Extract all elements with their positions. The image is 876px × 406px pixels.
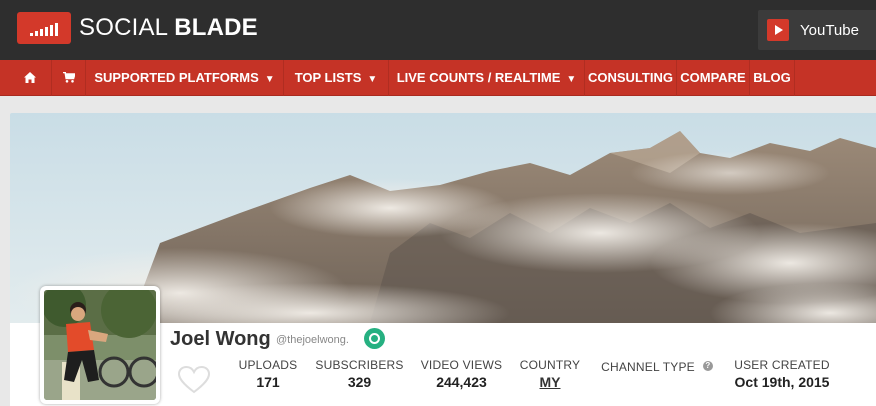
- stat-subscribers: SUBSCRIBERS 329: [312, 358, 407, 390]
- nav-top-lists[interactable]: TOP LISTS ▼: [284, 60, 389, 96]
- stat-value: 171: [256, 374, 280, 390]
- clock-badge-icon[interactable]: [364, 328, 385, 349]
- stat-label: CHANNEL TYPE?: [596, 360, 718, 374]
- stat-value: 244,423: [436, 374, 487, 390]
- cart-icon: [62, 71, 76, 83]
- logo-text: SOCIAL BLADE: [79, 12, 258, 44]
- nav-blog[interactable]: BLOG: [750, 60, 795, 96]
- stat-uploads: UPLOADS 171: [232, 358, 304, 390]
- country-link[interactable]: MY: [515, 374, 585, 390]
- stat-value: 329: [347, 374, 372, 390]
- chevron-down-icon: ▼: [367, 74, 378, 85]
- stat-video-views: VIDEO VIEWS 244,423: [414, 358, 509, 390]
- stat-channel-type: CHANNEL TYPE?: [596, 360, 718, 374]
- nav-label: CONSULTING: [588, 70, 673, 85]
- stat-user-created: USER CREATED Oct 19th, 2015: [726, 358, 838, 390]
- channel-avatar[interactable]: [40, 286, 160, 404]
- nav-label: BLOG: [753, 70, 791, 85]
- platform-label: YouTube: [800, 21, 859, 39]
- top-header: SOCIAL BLADE YouTube: [0, 0, 876, 60]
- channel-handle[interactable]: @thejoelwong.: [276, 334, 349, 346]
- stat-label: SUBSCRIBERS: [315, 358, 404, 372]
- nav-live-counts[interactable]: LIVE COUNTS / REALTIME ▼: [389, 60, 585, 96]
- channel-type-label: CHANNEL TYPE: [601, 360, 695, 374]
- stat-value: Oct 19th, 2015: [734, 374, 830, 390]
- logo-text-regular: SOCIAL: [79, 14, 175, 41]
- chevron-down-icon: ▼: [566, 74, 577, 85]
- help-icon[interactable]: ?: [702, 361, 713, 371]
- avatar-image: [44, 290, 156, 400]
- nav-home[interactable]: [8, 60, 52, 96]
- stat-country: COUNTRY MY: [515, 358, 585, 390]
- nav-consulting[interactable]: CONSULTING: [585, 60, 677, 96]
- nav-label: LIVE COUNTS / REALTIME: [396, 70, 561, 85]
- nav-shop[interactable]: [52, 60, 86, 96]
- main-nav: SUPPORTED PLATFORMS ▼ TOP LISTS ▼ LIVE COU…: [0, 60, 876, 96]
- nav-compare[interactable]: COMPARE: [677, 60, 750, 96]
- stat-label: VIDEO VIEWS: [420, 358, 503, 372]
- nav-label: TOP LISTS: [294, 70, 362, 85]
- nav-supported-platforms[interactable]: SUPPORTED PLATFORMS ▼: [86, 60, 284, 96]
- site-logo[interactable]: SOCIAL BLADE: [17, 12, 258, 44]
- platform-youtube-button[interactable]: YouTube: [758, 10, 876, 50]
- heart-icon[interactable]: [178, 366, 210, 394]
- stat-label: UPLOADS: [238, 358, 298, 372]
- chevron-down-icon: ▼: [264, 74, 275, 85]
- stat-label: COUNTRY: [519, 358, 581, 372]
- stat-label: USER CREATED: [734, 358, 830, 372]
- channel-name: Joel Wong: [170, 328, 271, 350]
- nav-label: COMPARE: [680, 70, 746, 85]
- youtube-play-icon: [767, 19, 789, 41]
- bar-chart-icon: [17, 12, 71, 44]
- logo-text-bold: BLADE: [174, 14, 258, 41]
- home-icon: [23, 72, 36, 83]
- nav-label: SUPPORTED PLATFORMS: [94, 70, 259, 85]
